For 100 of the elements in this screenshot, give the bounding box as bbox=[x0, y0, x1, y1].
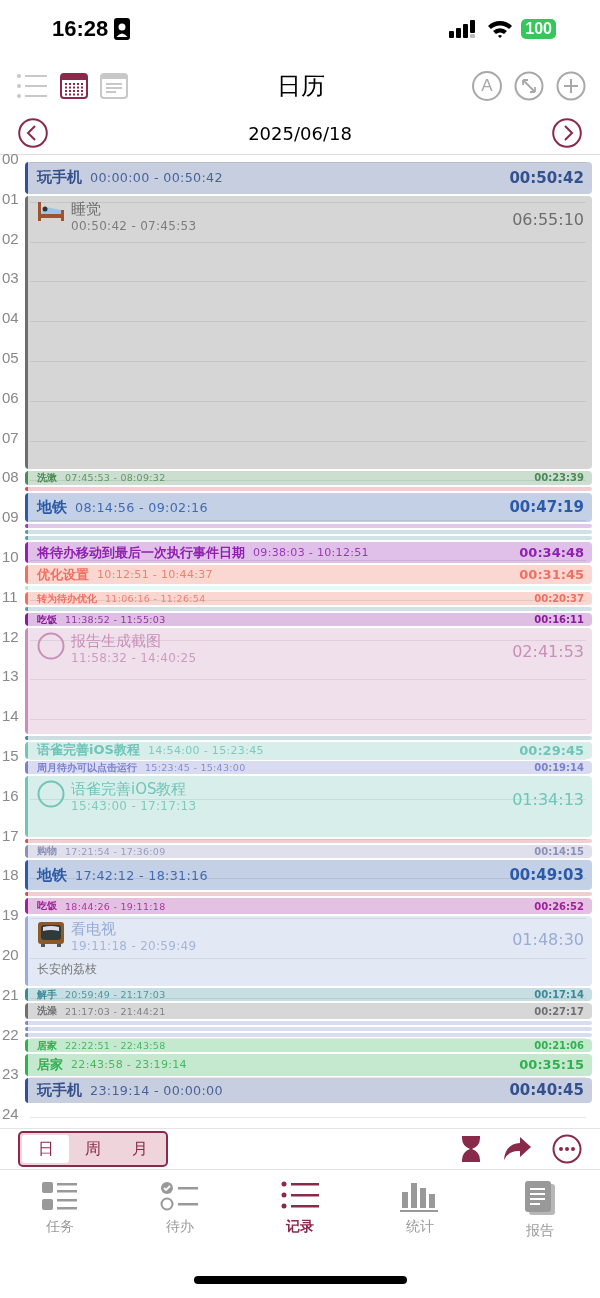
event-strip[interactable] bbox=[25, 1021, 592, 1026]
event-time: 11:58:32 - 14:40:25 bbox=[71, 651, 197, 666]
event-duration: 06:55:10 bbox=[512, 209, 584, 229]
event-time: 15:23:45 - 15:43:00 bbox=[145, 762, 246, 774]
event-strip[interactable] bbox=[25, 607, 592, 612]
hour-label: 03 bbox=[2, 269, 19, 287]
event-card[interactable]: 吃饭 11:38:52 - 11:55:03 00:16:11 bbox=[25, 613, 592, 627]
tab-bar-item[interactable]: 报告 bbox=[480, 1172, 600, 1241]
current-date: 2025/06/18 bbox=[248, 122, 352, 144]
hour-label: 12 bbox=[2, 627, 19, 645]
event-card[interactable]: 居家 22:22:51 - 22:43:58 00:21:06 bbox=[25, 1039, 592, 1053]
event-title: 地铁 bbox=[37, 865, 67, 885]
event-card[interactable]: 地铁 17:42:12 - 18:31:16 00:49:03 bbox=[25, 859, 592, 891]
event-time: 14:54:00 - 15:23:45 bbox=[147, 743, 264, 757]
event-title: 地铁 bbox=[37, 497, 67, 517]
hour-label: 16 bbox=[2, 786, 19, 804]
event-title: 玩手机 bbox=[37, 1080, 82, 1100]
event-title: 语雀完善iOS教程 bbox=[71, 780, 188, 800]
circle-icon[interactable] bbox=[37, 632, 65, 661]
hour-label: 14 bbox=[2, 707, 19, 725]
event-card[interactable]: 玩手机 00:00:00 - 00:50:42 00:50:42 bbox=[25, 162, 592, 194]
event-time: 21:17:03 - 21:44:21 bbox=[65, 1005, 166, 1017]
hour-label: 21 bbox=[2, 985, 19, 1003]
tab-bar-item[interactable]: 待办 bbox=[120, 1172, 240, 1241]
event-time: 19:11:18 - 20:59:49 bbox=[71, 939, 197, 954]
status-time: 16:28 bbox=[52, 16, 109, 42]
event-card[interactable]: 洗漱 07:45:53 - 08:09:32 00:23:39 bbox=[25, 471, 592, 485]
list-icon bbox=[42, 1180, 78, 1212]
hour-label: 10 bbox=[2, 548, 19, 565]
battery-level: 100 bbox=[521, 19, 556, 39]
event-card[interactable]: 语雀完善iOS教程 15:43:00 - 17:17:13 01:34:13 bbox=[25, 776, 592, 837]
id-badge-icon bbox=[114, 18, 131, 40]
more-icon[interactable] bbox=[552, 1134, 582, 1164]
event-duration: 00:35:15 bbox=[519, 1057, 584, 1073]
circle-icon[interactable] bbox=[37, 780, 65, 809]
event-title: 洗漱 bbox=[37, 471, 57, 485]
event-card[interactable]: 解手 20:59:49 - 21:17:03 00:17:14 bbox=[25, 988, 592, 1002]
event-time: 00:00:00 - 00:50:42 bbox=[90, 170, 223, 186]
event-strip[interactable] bbox=[25, 735, 592, 740]
event-card[interactable]: 优化设置 10:12:51 - 10:44:37 00:31:45 bbox=[25, 565, 592, 585]
event-card[interactable]: 购物 17:21:54 - 17:36:09 00:14:15 bbox=[25, 844, 592, 858]
event-card[interactable]: 转为待办优化 11:06:16 - 11:26:54 00:20:37 bbox=[25, 592, 592, 606]
event-card[interactable]: 将待办移动到最后一次执行事件日期 09:38:03 - 10:12:51 00:34:48 bbox=[25, 542, 592, 564]
event-card[interactable]: 看电视 19:11:18 - 20:59:49 01:48:30 长安的荔枝 bbox=[25, 916, 592, 987]
event-strip[interactable] bbox=[25, 486, 592, 491]
event-card[interactable]: 周月待办可以点击运行 15:23:45 - 15:43:00 00:19:14 bbox=[25, 761, 592, 775]
tab-bar-item[interactable]: 统计 bbox=[360, 1172, 480, 1241]
event-duration: 01:48:30 bbox=[512, 930, 584, 950]
event-time: 11:38:52 - 11:55:03 bbox=[65, 614, 166, 626]
event-duration: 00:34:48 bbox=[519, 545, 584, 561]
event-strip[interactable] bbox=[25, 586, 592, 591]
event-note: 长安的荔枝 bbox=[37, 961, 97, 979]
hour-label: 08 bbox=[2, 468, 19, 486]
event-duration: 00:50:42 bbox=[509, 168, 584, 187]
hourglass-icon[interactable] bbox=[460, 1135, 482, 1163]
event-title: 吃饭 bbox=[37, 613, 57, 627]
tab-bar-item[interactable]: 记录 bbox=[240, 1172, 360, 1241]
event-card[interactable]: 居家 22:43:58 - 23:19:14 00:35:15 bbox=[25, 1054, 592, 1076]
list-icon[interactable] bbox=[16, 73, 48, 99]
event-strip[interactable] bbox=[25, 838, 592, 843]
hour-label: 09 bbox=[2, 508, 19, 526]
event-time: 08:14:56 - 09:02:16 bbox=[75, 499, 208, 515]
event-card[interactable]: 报告生成截图 11:58:32 - 14:40:25 02:41:53 bbox=[25, 628, 592, 734]
next-day-icon[interactable] bbox=[552, 118, 582, 148]
calendar-icon[interactable] bbox=[60, 73, 88, 99]
checklist-icon bbox=[160, 1180, 200, 1212]
event-card[interactable]: 睡觉 00:50:42 - 07:45:53 06:55:10 bbox=[25, 195, 592, 469]
hour-label: 07 bbox=[2, 428, 19, 446]
document-icon[interactable] bbox=[100, 73, 128, 99]
share-icon[interactable] bbox=[502, 1136, 532, 1162]
event-duration: 00:40:45 bbox=[509, 1081, 584, 1100]
event-card[interactable]: 地铁 08:14:56 - 09:02:16 00:47:19 bbox=[25, 492, 592, 523]
event-card[interactable]: 玩手机 23:19:14 - 00:00:00 00:40:45 bbox=[25, 1077, 592, 1103]
tab-bar-item[interactable]: 任务 bbox=[0, 1172, 120, 1241]
event-duration: 00:16:11 bbox=[534, 614, 584, 626]
hour-label: 11 bbox=[2, 587, 18, 605]
range-tab[interactable]: 日 bbox=[22, 1135, 70, 1163]
event-time: 00:50:42 - 07:45:53 bbox=[71, 218, 197, 233]
range-tab[interactable]: 月 bbox=[116, 1135, 164, 1163]
event-title: 居家 bbox=[37, 1039, 57, 1053]
range-tab[interactable]: 周 bbox=[69, 1135, 117, 1163]
hour-label: 05 bbox=[2, 349, 19, 366]
bed-icon bbox=[37, 199, 65, 222]
hour-label: 22 bbox=[2, 1025, 19, 1043]
event-title: 报告生成截图 bbox=[71, 632, 162, 652]
event-strip[interactable] bbox=[25, 530, 592, 535]
event-duration: 00:29:45 bbox=[519, 742, 584, 758]
event-strip[interactable] bbox=[25, 524, 592, 529]
event-duration: 00:26:52 bbox=[534, 900, 584, 912]
event-card[interactable]: 吃饭 18:44:26 - 19:11:18 00:26:52 bbox=[25, 898, 592, 915]
event-card[interactable]: 语雀完善iOS教程 14:54:00 - 15:23:45 00:29:45 bbox=[25, 741, 592, 760]
event-strip[interactable] bbox=[25, 892, 592, 897]
previous-day-icon[interactable] bbox=[18, 118, 48, 148]
event-strip[interactable] bbox=[25, 536, 592, 541]
event-strip[interactable] bbox=[25, 1027, 592, 1032]
event-title: 购物 bbox=[37, 844, 57, 858]
event-duration: 00:21:06 bbox=[534, 1040, 584, 1052]
event-strip[interactable] bbox=[25, 1033, 592, 1038]
event-card[interactable]: 洗澡 21:17:03 - 21:44:21 00:27:17 bbox=[25, 1003, 592, 1020]
event-time: 17:21:54 - 17:36:09 bbox=[65, 845, 166, 857]
